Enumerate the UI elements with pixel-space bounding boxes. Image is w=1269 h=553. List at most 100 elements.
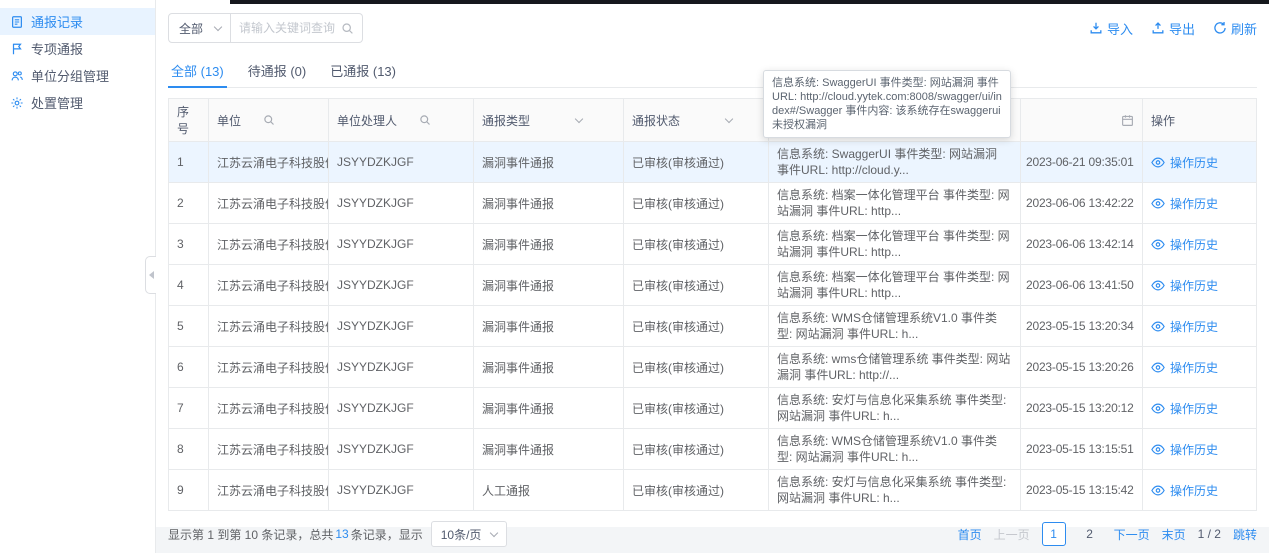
row-index: 6 [169, 347, 209, 387]
action-history-link[interactable]: 操作历史 [1151, 400, 1218, 417]
search-input[interactable] [239, 21, 341, 35]
row-status: 已审核(审核通过) [624, 429, 769, 469]
tab-pending-label: 待通报 (0) [248, 61, 307, 80]
header-company-label: 单位 [217, 112, 241, 129]
table-row: 7 江苏云涌电子科技股份有限公司 JSYYDZKJGF 漏洞事件通报 已审核(审… [169, 388, 1256, 429]
tab-reported[interactable]: 已通报 (13) [327, 54, 399, 87]
row-content: 信息系统: SwaggerUI 事件类型: 网站漏洞 事件URL: http:/… [769, 142, 1021, 182]
action-history-label: 操作历史 [1170, 236, 1218, 253]
eye-icon [1151, 239, 1165, 250]
row-time: 2023-05-15 13:15:42 [1021, 470, 1143, 510]
action-history-link[interactable]: 操作历史 [1151, 277, 1218, 294]
tab-pending[interactable]: 待通报 (0) [245, 54, 310, 87]
calendar-icon[interactable] [1121, 114, 1134, 127]
row-index: 3 [169, 224, 209, 264]
last-page-button[interactable]: 末页 [1162, 526, 1186, 543]
column-search-icon[interactable] [419, 114, 431, 126]
row-handler: JSYYDZKJGF [329, 224, 474, 264]
content-tooltip: 信息系统: SwaggerUI 事件类型: 网站漏洞 事件URL: http:/… [763, 70, 1011, 138]
pagination-summary-prefix: 显示第 1 到第 10 条记录，总共 [168, 526, 333, 543]
row-company: 江苏云涌电子科技股份有限公司 [209, 265, 329, 305]
refresh-icon [1213, 21, 1227, 35]
sidebar-item-disposal[interactable]: 处置管理 [0, 89, 155, 116]
row-content-text: 信息系统: SwaggerUI 事件类型: 网站漏洞 事件URL: http:/… [777, 146, 1012, 178]
row-handler: JSYYDZKJGF [329, 388, 474, 428]
tab-all-label: 全部 (13) [171, 61, 224, 80]
row-company: 江苏云涌电子科技股份有限公司 [209, 429, 329, 469]
action-history-link[interactable]: 操作历史 [1151, 318, 1218, 335]
row-index: 1 [169, 142, 209, 182]
first-page-button[interactable]: 首页 [958, 526, 982, 543]
tab-all[interactable]: 全部 (13) [168, 54, 227, 87]
refresh-button-label: 刷新 [1231, 19, 1257, 38]
jump-button[interactable]: 跳转 [1233, 526, 1257, 543]
import-icon [1089, 21, 1103, 35]
search-icon[interactable] [341, 22, 354, 35]
chevron-down-icon [490, 528, 498, 536]
report-record-icon [10, 15, 24, 29]
refresh-button[interactable]: 刷新 [1213, 19, 1257, 38]
page-number-2[interactable]: 2 [1078, 522, 1102, 546]
row-content: 信息系统: 安灯与信息化采集系统 事件类型: 网站漏洞 事件URL: h... [769, 388, 1021, 428]
row-content-text: 信息系统: WMS仓储管理系统V1.0 事件类型: 网站漏洞 事件URL: h.… [777, 310, 1012, 342]
action-history-link[interactable]: 操作历史 [1151, 441, 1218, 458]
sidebar-collapse-handle[interactable] [145, 256, 156, 294]
row-status: 已审核(审核通过) [624, 142, 769, 182]
page-number-1[interactable]: 1 [1042, 522, 1066, 546]
action-history-link[interactable]: 操作历史 [1151, 195, 1218, 212]
row-company: 江苏云涌电子科技股份有限公司 [209, 224, 329, 264]
sidebar-item-unit-group[interactable]: 单位分组管理 [0, 62, 155, 89]
table-row: 4 江苏云涌电子科技股份有限公司 JSYYDZKJGF 漏洞事件通报 已审核(审… [169, 265, 1256, 306]
column-filter-chevron-icon[interactable] [576, 119, 582, 122]
table-row: 9 江苏云涌电子科技股份有限公司 JSYYDZKJGF 人工通报 已审核(审核通… [169, 470, 1256, 510]
header-status-label: 通报状态 [632, 112, 680, 129]
filter-select[interactable]: 全部 [168, 13, 231, 43]
action-history-link[interactable]: 操作历史 [1151, 359, 1218, 376]
next-page-button[interactable]: 下一页 [1114, 526, 1150, 543]
row-time: 2023-06-06 13:42:22 [1021, 183, 1143, 223]
row-content-text: 信息系统: 安灯与信息化采集系统 事件类型: 网站漏洞 事件URL: h... [777, 392, 1012, 424]
pager: 首页 上一页 1 2 下一页 末页 1 / 2 跳转 [958, 522, 1257, 546]
row-status: 已审核(审核通过) [624, 388, 769, 428]
search-box [231, 13, 363, 43]
column-filter-chevron-icon[interactable] [726, 119, 732, 122]
row-index: 4 [169, 265, 209, 305]
export-button[interactable]: 导出 [1151, 19, 1195, 38]
action-history-link[interactable]: 操作历史 [1151, 482, 1218, 499]
tab-reported-label: 已通报 (13) [330, 61, 396, 80]
row-company: 江苏云涌电子科技股份有限公司 [209, 388, 329, 428]
header-handler-label: 单位处理人 [337, 112, 397, 129]
prev-page-button[interactable]: 上一页 [994, 526, 1030, 543]
import-button[interactable]: 导入 [1089, 19, 1133, 38]
row-time: 2023-05-15 13:20:34 [1021, 306, 1143, 346]
sidebar-item-label: 单位分组管理 [31, 66, 109, 85]
row-action-cell: 操作历史 [1143, 183, 1256, 223]
row-content: 信息系统: wms仓储管理系统 事件类型: 网站漏洞 事件URL: http:/… [769, 347, 1021, 387]
special-report-icon [10, 42, 24, 56]
action-history-link[interactable]: 操作历史 [1151, 236, 1218, 253]
row-content-text: 信息系统: 档案一体化管理平台 事件类型: 网站漏洞 事件URL: http..… [777, 187, 1012, 219]
eye-icon [1151, 321, 1165, 332]
chevron-down-icon [214, 22, 222, 30]
page-size-select[interactable]: 10条/页 [431, 521, 508, 547]
header-index: 序号 [169, 99, 209, 141]
sidebar-item-report-records[interactable]: 通报记录 [0, 8, 155, 35]
sidebar-item-label: 处置管理 [31, 93, 83, 112]
header-type-label: 通报类型 [482, 112, 530, 129]
column-search-icon[interactable] [263, 114, 275, 126]
sidebar-item-label: 专项通报 [31, 39, 83, 58]
row-type: 漏洞事件通报 [474, 142, 624, 182]
row-handler: JSYYDZKJGF [329, 142, 474, 182]
content-tooltip-text: 信息系统: SwaggerUI 事件类型: 网站漏洞 事件URL: http:/… [772, 77, 1002, 131]
table-row: 2 江苏云涌电子科技股份有限公司 JSYYDZKJGF 漏洞事件通报 已审核(审… [169, 183, 1256, 224]
action-history-link[interactable]: 操作历史 [1151, 154, 1218, 171]
unit-group-icon [10, 69, 24, 83]
pagination-total-count: 13 [333, 527, 350, 541]
row-index: 2 [169, 183, 209, 223]
action-history-label: 操作历史 [1170, 195, 1218, 212]
eye-icon [1151, 485, 1165, 496]
header-index-label: 序号 [177, 103, 200, 137]
pagination-summary-suffix: 条记录，显示 [351, 526, 423, 543]
row-company: 江苏云涌电子科技股份有限公司 [209, 470, 329, 510]
sidebar-item-special-report[interactable]: 专项通报 [0, 35, 155, 62]
